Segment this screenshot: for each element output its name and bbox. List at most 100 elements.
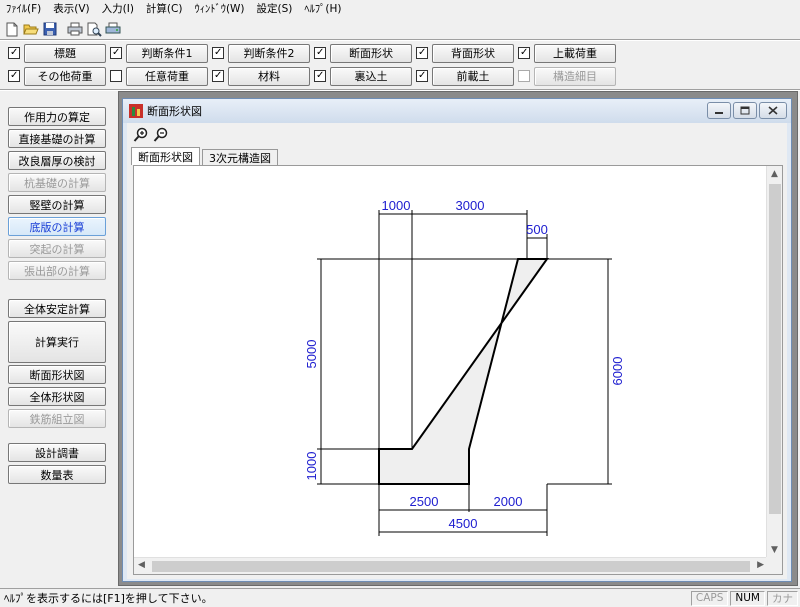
- check-item-condition2: 判断条件2: [212, 43, 310, 63]
- printer-setup-icon[interactable]: [103, 20, 122, 39]
- run-calc-button[interactable]: 計算実行: [8, 321, 106, 363]
- zoom-out-icon[interactable]: [153, 127, 169, 143]
- drawing-canvas: 1000 3000 500 5000 1000 6000 2500 2000 4…: [133, 165, 783, 575]
- design-report-button[interactable]: 設計調書: [8, 443, 106, 462]
- section-shape-window: 断面形状図 断面形状図 3次元構造図 1000 3000 500 5000 10…: [122, 98, 792, 582]
- dim-bottom-left: 2500: [410, 494, 439, 509]
- front-soil-button[interactable]: 前載土: [432, 66, 514, 86]
- menu-help[interactable]: ﾍﾙﾌﾟ(H): [298, 0, 347, 18]
- section-shape-button[interactable]: 断面形状: [330, 43, 412, 63]
- scroll-corner: [766, 557, 782, 574]
- scroll-up-icon[interactable]: ▲: [771, 169, 778, 179]
- zoom-in-icon[interactable]: [133, 127, 149, 143]
- menu-window[interactable]: ｳｨﾝﾄﾞｳ(W): [188, 0, 250, 18]
- back-shape-button[interactable]: 背面形状: [432, 43, 514, 63]
- checkbox[interactable]: [416, 70, 428, 82]
- scroll-left-icon[interactable]: ◀: [138, 560, 145, 570]
- checkbox: [518, 70, 530, 82]
- maximize-button[interactable]: [733, 102, 757, 119]
- check-item-material: 材料: [212, 66, 310, 86]
- scroll-down-icon[interactable]: ▼: [771, 545, 778, 555]
- dim-top-tip: 500: [526, 222, 548, 237]
- horizontal-scrollbar[interactable]: ◀ ▶: [134, 557, 768, 574]
- menu-calc[interactable]: 計算(C): [140, 0, 189, 18]
- dim-right-total: 6000: [610, 357, 625, 386]
- check-item-title: 標題: [8, 43, 106, 63]
- dimension-lines: [317, 210, 612, 536]
- pile-foundation-button: 杭基礎の計算: [8, 173, 106, 192]
- tab-3d-structure[interactable]: 3次元構造図: [202, 149, 278, 165]
- print-icon[interactable]: [65, 20, 84, 39]
- tab-section-shape[interactable]: 断面形状図: [131, 147, 200, 165]
- check-row-1: 標題 判断条件1 判断条件2 断面形状 背面形状 上載荷重: [8, 43, 620, 63]
- base-slab-button[interactable]: 底版の計算: [8, 217, 106, 236]
- print-preview-icon[interactable]: [84, 20, 103, 39]
- direct-foundation-button[interactable]: 直接基礎の計算: [8, 129, 106, 148]
- tab-bar: 断面形状図 3次元構造図: [131, 147, 280, 165]
- checkbox[interactable]: [8, 47, 20, 59]
- checkbox[interactable]: [212, 47, 224, 59]
- checkbox[interactable]: [314, 70, 326, 82]
- check-item-structure-details: 構造細目: [518, 66, 616, 86]
- menu-file[interactable]: ﾌｧｲﾙ(F): [0, 0, 47, 18]
- vertical-scrollbar[interactable]: ▲ ▼: [766, 166, 782, 558]
- surcharge-button[interactable]: 上載荷重: [534, 43, 616, 63]
- arbitrary-load-button[interactable]: 任意荷重: [126, 66, 208, 86]
- checkbox[interactable]: [518, 47, 530, 59]
- horizontal-scroll-thumb[interactable]: [152, 561, 750, 572]
- projection-button: 突起の計算: [8, 239, 106, 258]
- menu-view[interactable]: 表示(V): [47, 0, 95, 18]
- check-item-backfill: 裏込土: [314, 66, 412, 86]
- window-title: 断面形状図: [147, 105, 202, 118]
- section-drawing: 1000 3000 500 5000 1000 6000 2500 2000 4…: [304, 198, 625, 536]
- overall-stability-button[interactable]: 全体安定計算: [8, 299, 106, 318]
- checkbox[interactable]: [110, 70, 122, 82]
- window-titlebar[interactable]: 断面形状図: [123, 99, 791, 123]
- menu-bar: ﾌｧｲﾙ(F) 表示(V) 入力(I) 計算(C) ｳｨﾝﾄﾞｳ(W) 設定(S…: [0, 0, 800, 18]
- save-icon[interactable]: [40, 20, 59, 39]
- title-button[interactable]: 標題: [24, 43, 106, 63]
- menu-input[interactable]: 入力(I): [96, 0, 140, 18]
- dim-top-right: 3000: [456, 198, 485, 213]
- new-file-icon[interactable]: [2, 20, 21, 39]
- toolbar-separator: [0, 39, 800, 41]
- material-button[interactable]: 材料: [228, 66, 310, 86]
- dim-left-upper: 5000: [304, 340, 319, 369]
- improved-layer-button[interactable]: 改良層厚の検討: [8, 151, 106, 170]
- wall-calc-button[interactable]: 竪壁の計算: [8, 195, 106, 214]
- checkbox[interactable]: [110, 47, 122, 59]
- other-load-button[interactable]: その他荷重: [24, 66, 106, 86]
- num-indicator: NUM: [730, 590, 765, 606]
- overall-drawing-button[interactable]: 全体形状図: [8, 387, 106, 406]
- scroll-right-icon[interactable]: ▶: [757, 560, 764, 570]
- overhang-button: 張出部の計算: [8, 261, 106, 280]
- backfill-button[interactable]: 裏込土: [330, 66, 412, 86]
- checkbox[interactable]: [314, 47, 326, 59]
- checkbox[interactable]: [8, 70, 20, 82]
- check-item-front-soil: 前載土: [416, 66, 514, 86]
- check-item-other-load: その他荷重: [8, 66, 106, 86]
- status-bar: ﾍﾙﾌﾟを表示するには[F1]を押して下さい。 CAPS NUM カナ: [0, 588, 800, 607]
- calc-forces-button[interactable]: 作用力の算定: [8, 107, 106, 126]
- check-item-condition1: 判断条件1: [110, 43, 208, 63]
- condition1-button[interactable]: 判断条件1: [126, 43, 208, 63]
- minimize-button[interactable]: [707, 102, 731, 119]
- toolbar: [0, 19, 122, 39]
- caps-indicator: CAPS: [690, 590, 729, 606]
- checkbox[interactable]: [416, 47, 428, 59]
- quantity-table-button[interactable]: 数量表: [8, 465, 106, 484]
- condition2-button[interactable]: 判断条件2: [228, 43, 310, 63]
- restore-icon: [740, 106, 750, 115]
- check-item-surcharge: 上載荷重: [518, 43, 616, 63]
- close-button[interactable]: [759, 102, 787, 119]
- open-folder-icon[interactable]: [21, 20, 40, 39]
- structure-details-button: 構造細目: [534, 66, 616, 86]
- checkbox[interactable]: [212, 70, 224, 82]
- vertical-scroll-thumb[interactable]: [769, 184, 781, 514]
- section-drawing-button[interactable]: 断面形状図: [8, 365, 106, 384]
- app-icon: [129, 104, 143, 118]
- kana-indicator: カナ: [767, 590, 798, 606]
- dim-top-left: 1000: [382, 198, 411, 213]
- menu-settings[interactable]: 設定(S): [251, 0, 299, 18]
- check-item-back-shape: 背面形状: [416, 43, 514, 63]
